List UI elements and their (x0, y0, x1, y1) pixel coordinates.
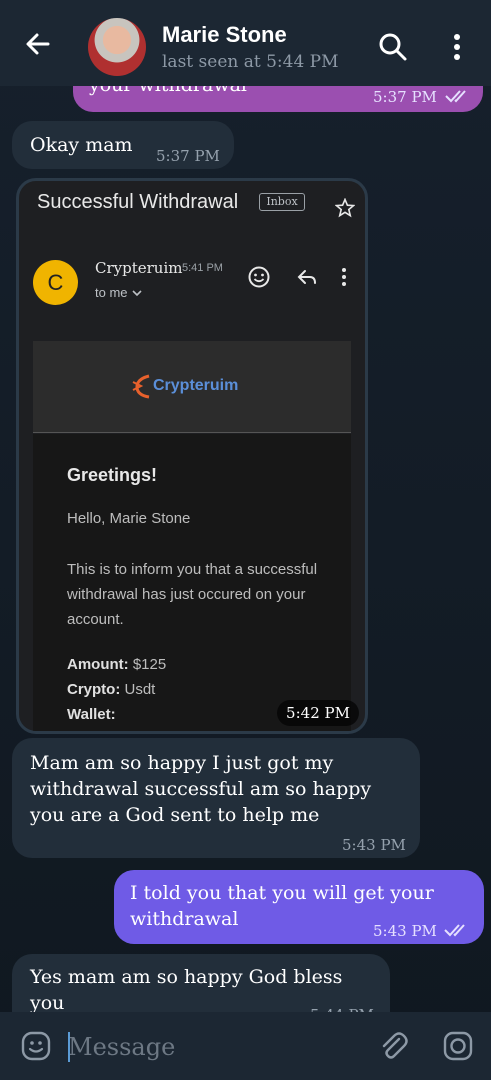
check-double-icon (445, 88, 471, 108)
email-banner: Crypteruim (33, 341, 351, 433)
recipient: to me (95, 285, 143, 300)
incoming-message[interactable]: Mam am so happy I just got my withdrawal… (12, 738, 420, 858)
text-caret (68, 1032, 70, 1062)
brand-name: Crypteruim (153, 377, 239, 394)
amount-row: Amount: $125 (67, 656, 167, 673)
message-input-bar (0, 1012, 491, 1080)
inbox-label: Inbox (259, 193, 305, 211)
emoji-icon (247, 265, 271, 289)
email-body: Greetings! Hello, Marie Stone This is to… (33, 434, 351, 731)
crypto-row: Crypto: Usdt (67, 681, 156, 698)
star-icon (334, 197, 356, 218)
chat-header: Marie Stone last seen at 5:44 PM (0, 0, 491, 86)
email-info: This is to inform you that a successful … (67, 561, 318, 628)
image-time: 5:42 PM (277, 700, 359, 726)
avatar[interactable] (88, 18, 146, 76)
incoming-message[interactable]: Okay mam 5:37 PM (12, 121, 234, 169)
check-double-icon (444, 922, 470, 942)
attach-icon[interactable] (377, 1030, 409, 1062)
chevron-down-icon (131, 285, 143, 300)
email-hello: Hello, Marie Stone (67, 510, 191, 527)
message-input[interactable] (68, 1032, 358, 1062)
email-subject: Successful Withdrawal (37, 191, 239, 213)
search-icon[interactable] (378, 32, 408, 62)
outgoing-message[interactable]: I told you that you will get your withdr… (114, 870, 484, 944)
camera-icon[interactable] (442, 1030, 474, 1062)
message-text: Mam am so happy I just got my withdrawal… (30, 752, 372, 826)
wallet-row: Wallet: (67, 706, 116, 723)
email-greeting: Greetings! (67, 465, 158, 485)
reply-icon (296, 267, 318, 289)
more-vertical-icon (337, 265, 351, 289)
last-seen-status: last seen at 5:44 PM (162, 52, 339, 72)
emoji-icon[interactable] (20, 1030, 52, 1062)
message-time: 5:37 PM (373, 88, 437, 106)
email-screenshot-image[interactable]: Successful Withdrawal Inbox C Crypteruim… (16, 178, 368, 734)
message-time: 5:43 PM (342, 836, 406, 854)
back-arrow-icon[interactable] (22, 28, 54, 60)
sender-avatar: C (33, 260, 78, 305)
more-vertical-icon[interactable] (446, 32, 468, 62)
sender-name: Crypteruim (95, 259, 183, 277)
message-time: 5:37 PM (156, 147, 220, 165)
message-time: 5:43 PM (373, 922, 437, 940)
sent-time: 5:41 PM (182, 262, 223, 274)
contact-name[interactable]: Marie Stone (162, 22, 287, 48)
brand-logo-icon (131, 371, 153, 401)
message-text: Okay mam (30, 134, 133, 156)
